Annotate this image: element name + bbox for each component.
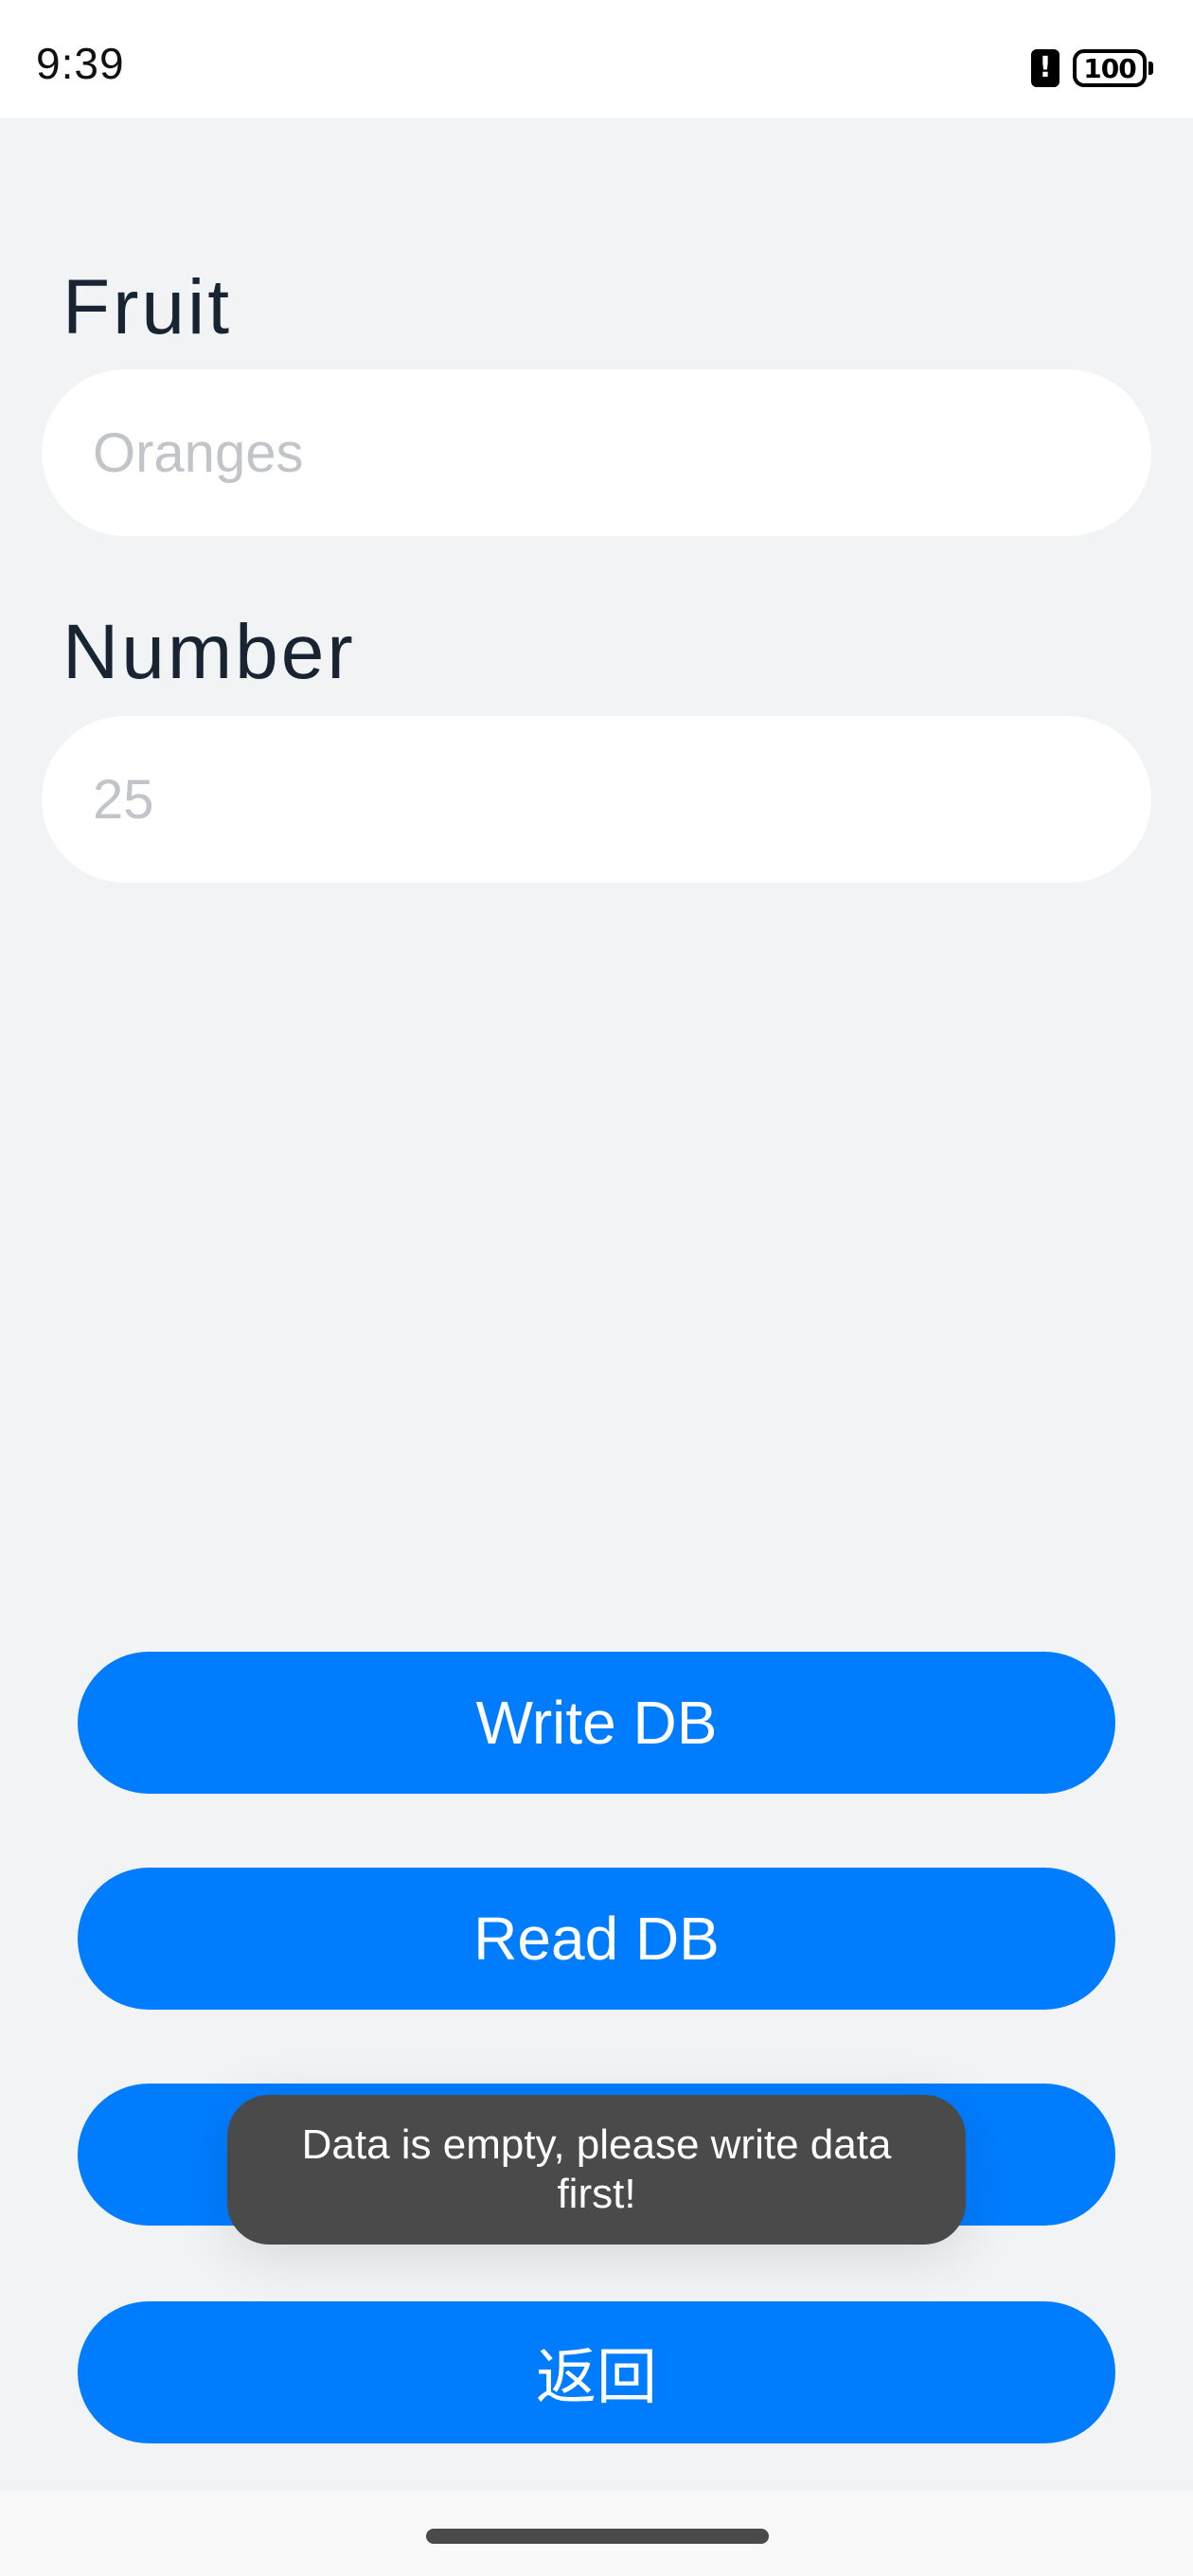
status-icons: 100 — [1031, 45, 1153, 91]
fruit-input[interactable] — [91, 420, 1151, 486]
number-input[interactable] — [91, 766, 1151, 832]
battery-level: 100 — [1073, 49, 1147, 87]
toast-message: Data is empty, please write data first! — [227, 2095, 966, 2245]
back-button[interactable]: 返回 — [78, 2301, 1115, 2443]
battery-icon: 100 — [1073, 49, 1153, 87]
battery-tip — [1148, 62, 1153, 75]
alert-icon — [1031, 49, 1059, 87]
status-bar: 9:39 100 — [0, 0, 1193, 118]
home-indicator[interactable] — [426, 2529, 769, 2544]
status-time: 9:39 — [36, 39, 125, 88]
number-field[interactable] — [42, 716, 1151, 883]
number-label: Number — [62, 609, 356, 695]
navigation-bar — [0, 2491, 1193, 2576]
write-db-button[interactable]: Write DB — [78, 1652, 1115, 1794]
read-db-button[interactable]: Read DB — [78, 1868, 1115, 2010]
fruit-label: Fruit — [62, 264, 232, 350]
fruit-field[interactable] — [42, 369, 1151, 536]
